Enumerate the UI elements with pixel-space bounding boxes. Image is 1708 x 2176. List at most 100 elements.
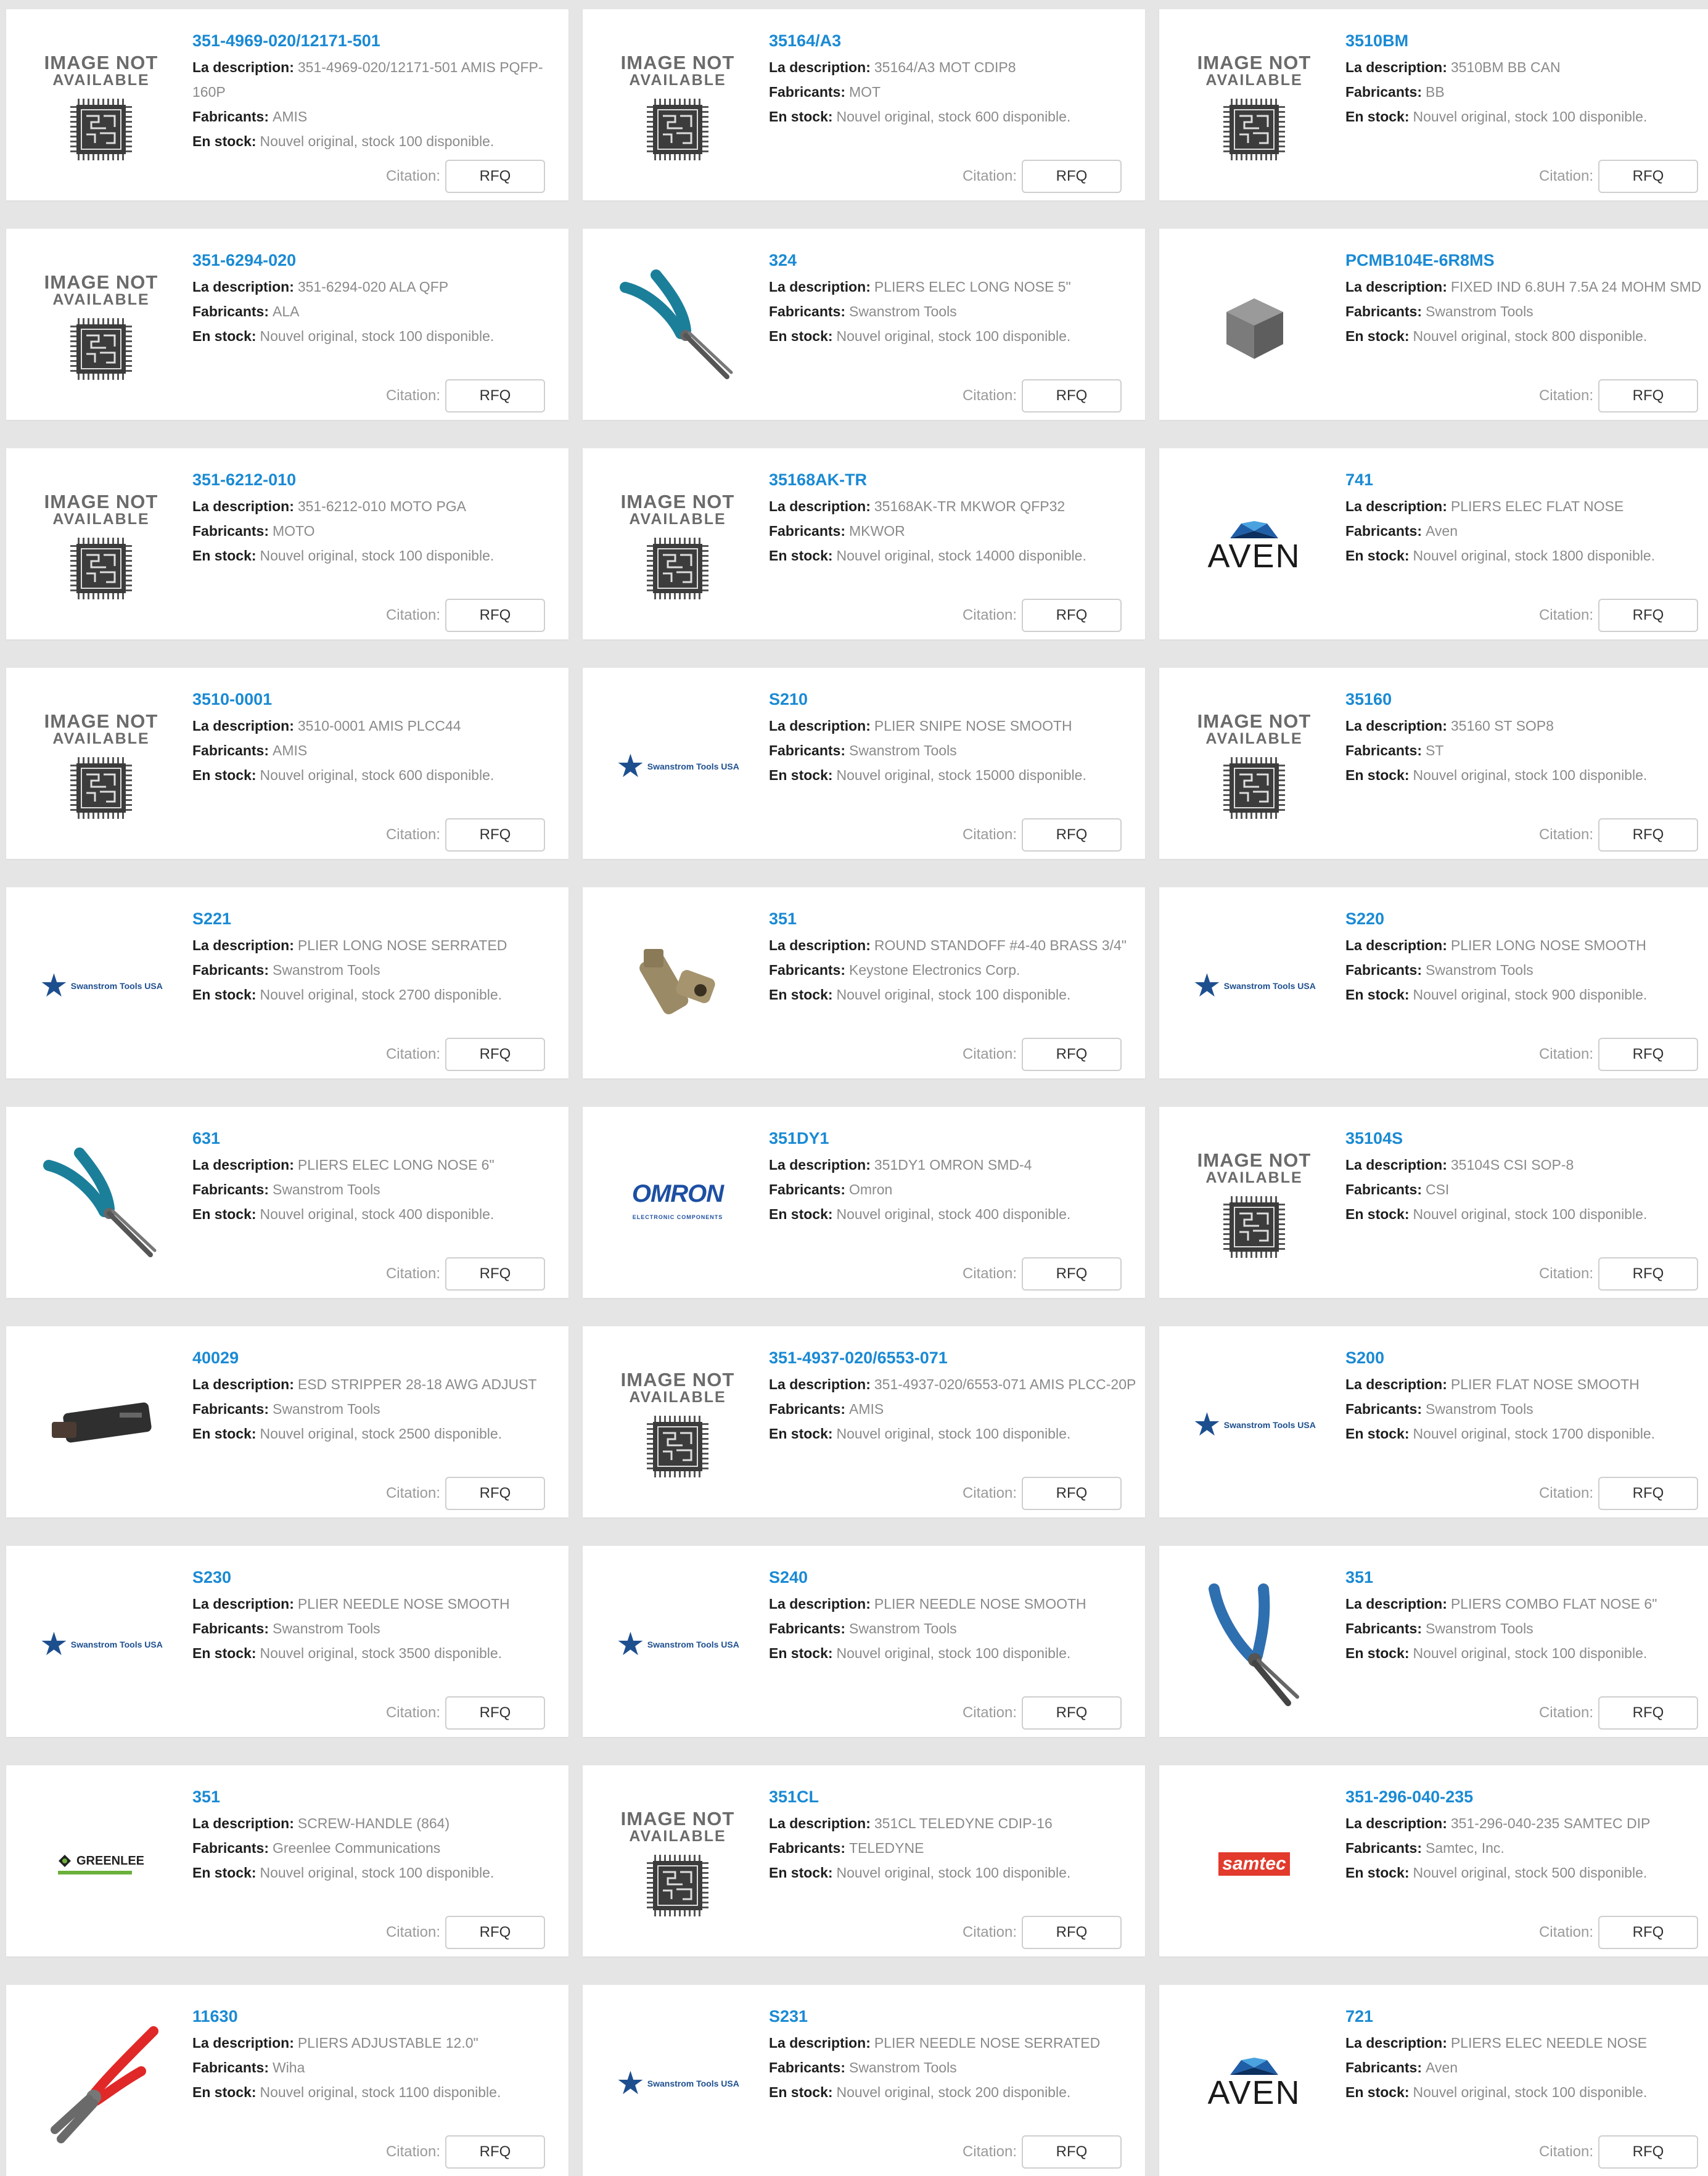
part-number-link[interactable]: 35164/A3	[769, 27, 1145, 55]
rfq-button[interactable]: RFQ	[445, 599, 545, 632]
rfq-button[interactable]: RFQ	[1598, 1696, 1698, 1730]
rfq-button[interactable]: RFQ	[1022, 2135, 1122, 2169]
part-number-link[interactable]: 351DY1	[769, 1124, 1145, 1152]
manufacturer-label: Fabricants:	[1345, 2059, 1422, 2075]
part-number-link[interactable]: 3510-0001	[192, 685, 569, 713]
part-number-link[interactable]: S221	[192, 905, 569, 933]
rfq-button[interactable]: RFQ	[1598, 1477, 1698, 1510]
stock-row: En stock: Nouvel original, stock 2500 dis…	[192, 1421, 569, 1446]
rfq-button[interactable]: RFQ	[1598, 599, 1698, 632]
part-number-link[interactable]: 351	[1345, 1563, 1708, 1591]
quote-section: Citation: RFQ	[963, 599, 1122, 632]
part-number-link[interactable]: 741	[1345, 466, 1708, 494]
stock-value: Nouvel original, stock 400 disponible.	[836, 1206, 1071, 1222]
quote-section: Citation: RFQ	[963, 1916, 1122, 1949]
part-number-link[interactable]: 351CL	[769, 1783, 1145, 1811]
rfq-button[interactable]: RFQ	[1022, 160, 1122, 193]
rfq-button[interactable]: RFQ	[445, 1038, 545, 1071]
description-label: La description:	[192, 1376, 294, 1392]
rfq-button[interactable]: RFQ	[445, 1916, 545, 1949]
description-row: La description: 35168AK-TR MKWOR QFP32	[769, 494, 1145, 519]
rfq-button[interactable]: RFQ	[1022, 1257, 1122, 1291]
rfq-button[interactable]: RFQ	[1022, 1477, 1122, 1510]
part-number-link[interactable]: 35160	[1345, 685, 1708, 713]
part-number-link[interactable]: 35168AK-TR	[769, 466, 1145, 494]
part-number-link[interactable]: 351-6294-020	[192, 246, 569, 274]
description-value: 351-4937-020/6553-071 AMIS PLCC-20P	[874, 1376, 1136, 1392]
aven-logo: AVEN	[1207, 2058, 1300, 2109]
rfq-button[interactable]: RFQ	[445, 379, 545, 413]
quote-label: Citation:	[385, 1265, 440, 1282]
part-number-link[interactable]: PCMB104E-6R8MS	[1345, 246, 1708, 274]
image-not-available-line2: AVAILABLE	[1205, 730, 1303, 747]
part-number-link[interactable]: 351-296-040-235	[1345, 1783, 1708, 1811]
part-number-link[interactable]: 11630	[192, 2002, 569, 2030]
rfq-button[interactable]: RFQ	[1598, 818, 1698, 852]
product-info: 351CL La description: 351CL TELEDYNE CDIP…	[769, 1783, 1145, 1885]
part-number-link[interactable]: 351-4969-020/12171-501	[192, 27, 569, 55]
description-row: La description: PLIER SNIPE NOSE SMOOTH	[769, 713, 1145, 738]
quote-section: Citation: RFQ	[1539, 1257, 1698, 1291]
product-thumbnail: IMAGE NOT AVAILABLE	[28, 43, 174, 173]
part-number-link[interactable]: S220	[1345, 905, 1708, 933]
stock-row: En stock: Nouvel original, stock 800 disp…	[1345, 324, 1708, 348]
manufacturer-label: Fabricants:	[192, 303, 269, 319]
description-value: 351-6294-020 ALA QFP	[297, 279, 449, 295]
description-label: La description:	[769, 498, 871, 514]
part-number-link[interactable]: 3510BM	[1345, 27, 1708, 55]
part-number-link[interactable]: S230	[192, 1563, 569, 1591]
rfq-button[interactable]: RFQ	[1598, 1257, 1698, 1291]
part-number-link[interactable]: 351	[192, 1783, 569, 1811]
part-number-link[interactable]: S231	[769, 2002, 1145, 2030]
image-not-available-line1: IMAGE NOT	[1197, 710, 1312, 732]
description-row: La description: ROUND STANDOFF #4-40 BRAS…	[769, 933, 1145, 958]
manufacturer-label: Fabricants:	[1345, 1181, 1422, 1197]
part-number-link[interactable]: S240	[769, 1563, 1145, 1591]
rfq-button[interactable]: RFQ	[445, 160, 545, 193]
manufacturer-value: Aven	[1425, 523, 1458, 539]
stock-row: En stock: Nouvel original, stock 100 disp…	[1345, 1641, 1708, 1665]
rfq-button[interactable]: RFQ	[1022, 1916, 1122, 1949]
part-number-link[interactable]: S200	[1345, 1344, 1708, 1372]
manufacturer-row: Fabricants: CSI	[1345, 1177, 1708, 1202]
description-row: La description: PLIERS ELEC LONG NOSE 6"	[192, 1152, 569, 1177]
rfq-button[interactable]: RFQ	[1022, 599, 1122, 632]
image-not-available-line2: AVAILABLE	[1205, 1169, 1303, 1186]
quote-section: Citation: RFQ	[1539, 818, 1698, 852]
product-thumbnail: ★ Swanstrom Tools USA	[604, 1580, 751, 1709]
rfq-button[interactable]: RFQ	[1598, 160, 1698, 193]
description-value: PLIERS ELEC LONG NOSE 6"	[297, 1157, 495, 1173]
part-number-link[interactable]: 40029	[192, 1344, 569, 1372]
rfq-button[interactable]: RFQ	[1598, 379, 1698, 413]
stock-value: Nouvel original, stock 200 disponible.	[836, 2084, 1071, 2100]
rfq-button[interactable]: RFQ	[445, 818, 545, 852]
rfq-button[interactable]: RFQ	[1598, 1916, 1698, 1949]
rfq-button[interactable]: RFQ	[445, 1477, 545, 1510]
part-number-link[interactable]: S210	[769, 685, 1145, 713]
part-number-link[interactable]: 351-4937-020/6553-071	[769, 1344, 1145, 1372]
rfq-button[interactable]: RFQ	[445, 1696, 545, 1730]
part-number-link[interactable]: 631	[192, 1124, 569, 1152]
rfq-button[interactable]: RFQ	[445, 2135, 545, 2169]
rfq-button[interactable]: RFQ	[1022, 1696, 1122, 1730]
manufacturer-label: Fabricants:	[192, 1620, 269, 1636]
image-not-available-line1: IMAGE NOT	[620, 52, 735, 73]
rfq-button[interactable]: RFQ	[1022, 1038, 1122, 1071]
rfq-button[interactable]: RFQ	[1022, 379, 1122, 413]
part-number-link[interactable]: 721	[1345, 2002, 1708, 2030]
part-number-link[interactable]: 351	[769, 905, 1145, 933]
rfq-button[interactable]: RFQ	[1598, 2135, 1698, 2169]
product-thumbnail: samtec	[1181, 1799, 1328, 1929]
part-number-link[interactable]: 351-6212-010	[192, 466, 569, 494]
product-card: 631 La description: PLIERS ELEC LONG NOSE…	[6, 1107, 569, 1298]
manufacturer-row: Fabricants: AMIS	[192, 738, 569, 763]
part-number-link[interactable]: 324	[769, 246, 1145, 274]
rfq-button[interactable]: RFQ	[1022, 818, 1122, 852]
rfq-button[interactable]: RFQ	[1598, 1038, 1698, 1071]
manufacturer-value: Swanstrom Tools	[272, 1620, 380, 1636]
rfq-button[interactable]: RFQ	[445, 1257, 545, 1291]
stock-value: Nouvel original, stock 100 disponible.	[836, 987, 1071, 1003]
stock-label: En stock:	[192, 328, 257, 344]
part-number-link[interactable]: 35104S	[1345, 1124, 1708, 1152]
quote-label: Citation:	[1538, 1265, 1593, 1282]
